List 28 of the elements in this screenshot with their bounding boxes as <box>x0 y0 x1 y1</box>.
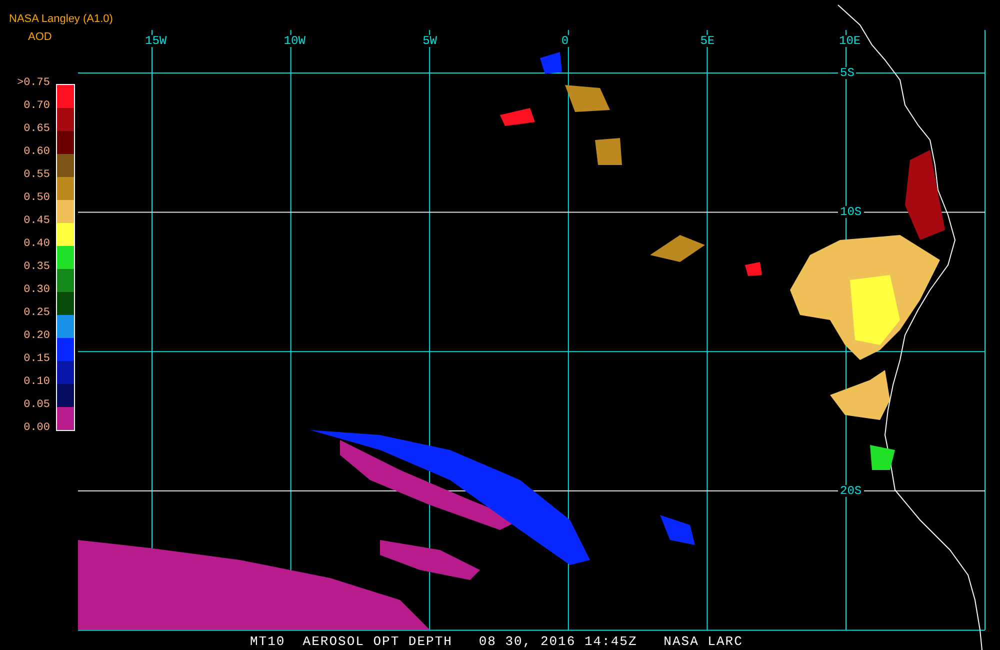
legend-label: 0.55 <box>22 170 50 181</box>
latitude-label: 20S <box>838 484 864 497</box>
legend-label: 0.45 <box>22 216 50 227</box>
longitude-label: 15W <box>144 35 168 47</box>
legend-label: 0.10 <box>22 377 50 388</box>
longitude-label: 10E <box>838 35 862 47</box>
legend-label: 0.25 <box>22 308 50 319</box>
map-title: NASA Langley (A1.0) <box>9 14 113 25</box>
legend-label: 0.35 <box>22 262 50 273</box>
legend-label: 0.05 <box>22 400 50 411</box>
legend-label: 0.60 <box>22 147 50 158</box>
legend-label: 0.15 <box>22 354 50 365</box>
longitude-label: 10W <box>282 35 306 47</box>
legend-label: 0.00 <box>22 423 50 434</box>
legend-label: 0.50 <box>22 193 50 204</box>
legend-label: 0.30 <box>22 285 50 296</box>
legend-label: >0.75 <box>16 78 50 89</box>
map-subtitle: AOD <box>28 32 52 43</box>
legend-label: 0.20 <box>22 331 50 342</box>
longitude-label: 0 <box>560 35 570 47</box>
legend-label: 0.65 <box>22 124 50 135</box>
latitude-label: 10S <box>838 206 864 218</box>
legend-label: 0.40 <box>22 239 50 250</box>
longitude-label: 5E <box>699 35 716 47</box>
legend-label: 0.70 <box>22 101 50 112</box>
map-caption: MT10 AEROSOL OPT DEPTH 08 30, 2016 14:45Z NASA LARC <box>250 635 743 648</box>
latitude-label: 5S <box>838 67 856 79</box>
longitude-label: 5W <box>422 35 438 47</box>
